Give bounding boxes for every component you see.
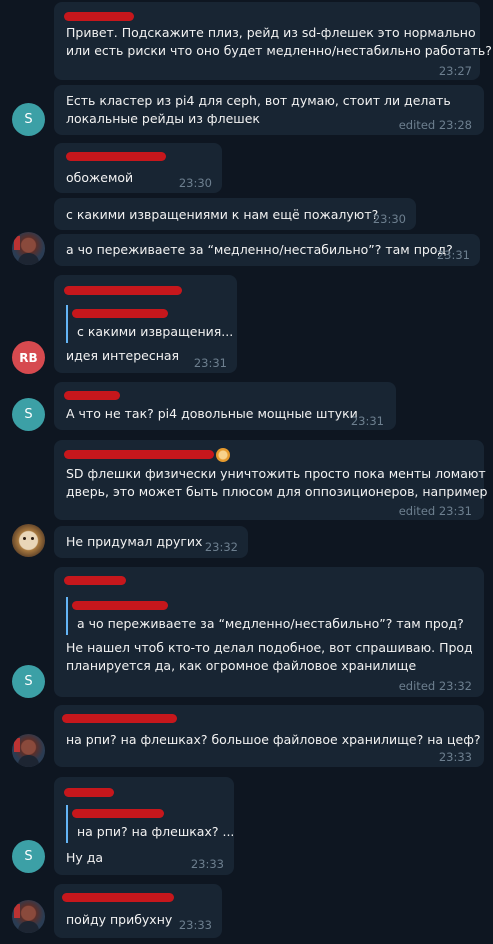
message-time: 23:27	[438, 64, 472, 78]
message-bubble[interactable]: на рпи? на флешках? большое файловое хра…	[54, 705, 484, 767]
reply-quote[interactable]: на рпи? на флешках? ...	[66, 805, 234, 843]
quoted-text: а чо переживаете за “медленно/нестабильн…	[77, 616, 464, 631]
avatar[interactable]: S	[12, 840, 45, 873]
message-bubble[interactable]: Есть кластер из pi4 для ceph, вот думаю,…	[54, 85, 484, 135]
message-text: SD флешки физически уничтожить просто по…	[66, 466, 486, 481]
quoted-sender-redacted	[72, 309, 168, 318]
message-bubble[interactable]: пойду прибухну 23:33	[54, 884, 222, 938]
message-bubble[interactable]: Не придумал других 23:32	[54, 526, 248, 558]
sender-name-redacted	[64, 576, 126, 585]
avatar[interactable]	[12, 734, 45, 767]
message-time: 23:33	[178, 918, 212, 932]
avatar[interactable]: RB	[12, 341, 45, 374]
sender-name-redacted	[66, 152, 166, 161]
message-time: 23:31	[436, 248, 470, 262]
avatar[interactable]: S	[12, 103, 45, 136]
reply-quote[interactable]: с какими извращения...	[66, 305, 233, 343]
message-bubble[interactable]: обожемой 23:30	[54, 143, 222, 193]
message-bubble[interactable]: Привет. Подскажите плиз, рейд из sd-флеш…	[54, 2, 492, 80]
message-time: edited 23:31	[398, 504, 472, 518]
lion-emoji-icon	[216, 448, 230, 462]
chat-history[interactable]: Привет. Подскажите плиз, рейд из sd-флеш…	[0, 0, 493, 944]
message-text: локальные рейды из флешек	[66, 111, 260, 126]
sender-name-redacted	[64, 391, 120, 400]
message-text: планируется да, как огромное файловое хр…	[66, 658, 417, 673]
message-time: 23:33	[438, 750, 472, 764]
avatar[interactable]	[12, 900, 45, 933]
message-text: пойду прибухну	[66, 912, 173, 927]
message-text: идея интересная	[66, 348, 180, 363]
quoted-text: с какими извращения...	[77, 324, 234, 339]
message-text: дверь, это может быть плюсом для оппозиц…	[66, 484, 488, 499]
message-text: на рпи? на флешках? большое файловое хра…	[66, 732, 481, 747]
message-bubble[interactable]: а чо переживаете за “медленно/нестабильн…	[54, 567, 484, 697]
message-time: 23:31	[193, 356, 227, 370]
message-time: 23:32	[204, 540, 238, 554]
avatar[interactable]: S	[12, 665, 45, 698]
message-bubble[interactable]: а чо переживаете за “медленно/нестабильн…	[54, 234, 480, 266]
message-bubble[interactable]: на рпи? на флешках? ... Ну да 23:33	[54, 777, 234, 875]
message-text: Не нашел чтоб кто-то делал подобное, вот…	[66, 640, 473, 655]
message-bubble[interactable]: с какими извращения... идея интересная 2…	[54, 275, 237, 373]
message-text: Есть кластер из pi4 для ceph, вот думаю,…	[66, 93, 451, 108]
message-time: 23:30	[372, 212, 406, 226]
message-text: Привет. Подскажите плиз, рейд из sd-флеш…	[66, 25, 476, 40]
message-bubble[interactable]: SD флешки физически уничтожить просто по…	[54, 440, 488, 520]
avatar[interactable]	[12, 232, 45, 265]
message-text: А что не так? pi4 довольные мощные штуки	[66, 406, 358, 421]
message-text: а чо переживаете за “медленно/нестабильн…	[66, 242, 453, 257]
avatar[interactable]: S	[12, 398, 45, 431]
message-text: обожемой	[66, 170, 134, 185]
message-time: 23:30	[178, 176, 212, 190]
sender-name-redacted	[62, 893, 174, 902]
sender-name-redacted	[62, 714, 177, 723]
sender-name-redacted	[64, 788, 114, 797]
message-time: 23:33	[190, 857, 224, 871]
message-bubble[interactable]: с какими извращениями к нам ещё пожалуют…	[54, 198, 416, 230]
message-text: или есть риски что оно будет медленно/не…	[66, 43, 492, 58]
avatar[interactable]	[12, 524, 45, 557]
message-time: 23:31	[350, 414, 384, 428]
message-text: с какими извращениями к нам ещё пожалуют…	[66, 207, 379, 222]
quoted-sender-redacted	[72, 601, 168, 610]
message-time: edited 23:28	[398, 118, 472, 132]
reply-quote[interactable]: а чо переживаете за “медленно/нестабильн…	[66, 597, 464, 635]
sender-name-redacted	[64, 450, 214, 459]
quoted-sender-redacted	[72, 809, 164, 818]
message-bubble[interactable]: А что не так? pi4 довольные мощные штуки…	[54, 382, 396, 430]
message-text: Не придумал других	[66, 534, 203, 549]
sender-name-redacted	[64, 286, 182, 295]
message-time: edited 23:32	[398, 679, 472, 693]
sender-name-redacted	[64, 12, 134, 21]
message-text: Ну да	[66, 850, 104, 865]
quoted-text: на рпи? на флешках? ...	[77, 824, 235, 839]
